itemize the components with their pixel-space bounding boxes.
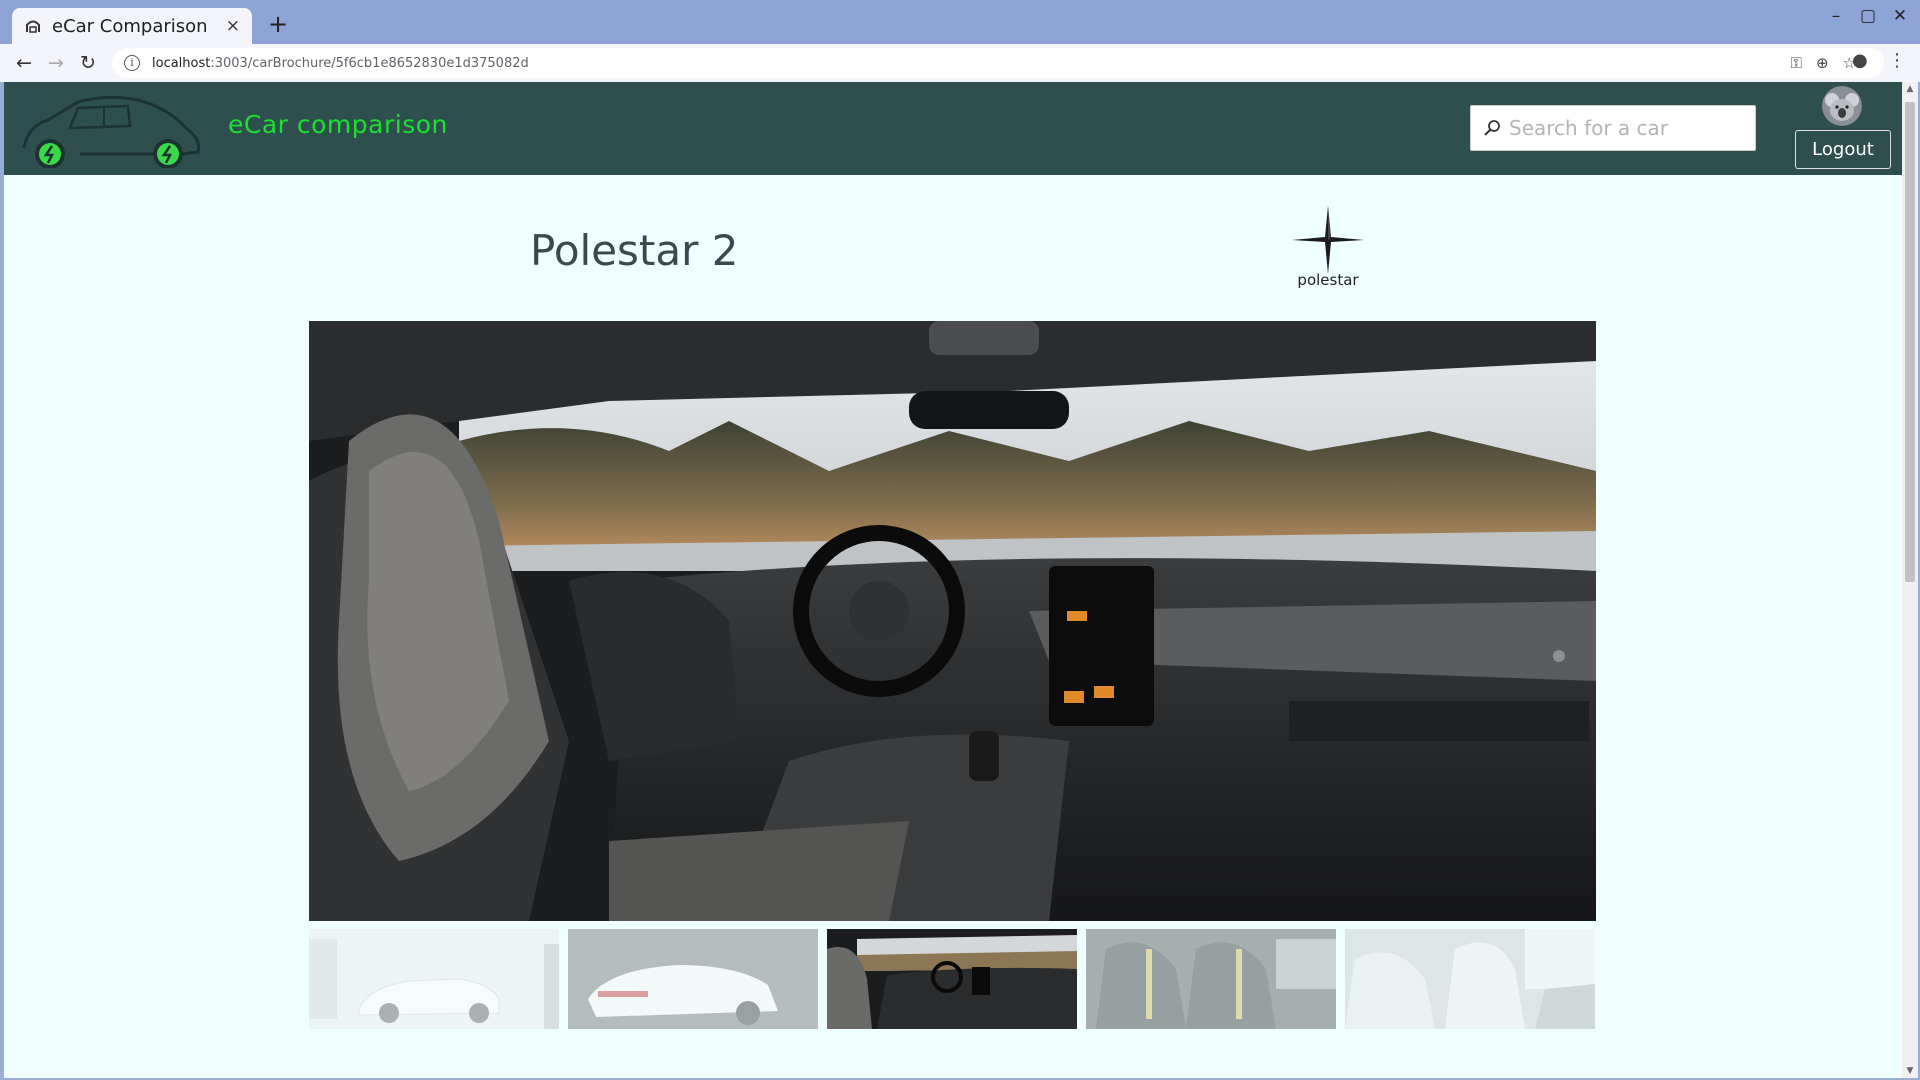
key-icon[interactable]: ⚿ [1791, 54, 1802, 72]
polestar-star-icon [1292, 206, 1364, 274]
forward-arrow-icon[interactable]: → [42, 50, 70, 76]
car-title: Polestar 2 [530, 226, 739, 275]
page-scrollbar[interactable]: ▲ ▼ [1902, 82, 1918, 1078]
thumbnail-interior-cabin[interactable] [1345, 929, 1595, 1029]
close-window-button[interactable]: ✕ [1884, 6, 1916, 26]
tab-title: eCar Comparison [52, 15, 208, 37]
browser-toolbar: ← → ↻ i localhost:3003/carBrochure/5f6cb… [0, 44, 1920, 82]
site-header: eCar comparison Logout [4, 82, 1902, 175]
profile-icon[interactable]: ● [1852, 50, 1868, 71]
scroll-up-arrow-icon[interactable]: ▲ [1902, 84, 1918, 94]
polestar-logo: polestar [1284, 204, 1372, 294]
site-brand-title[interactable]: eCar comparison [228, 110, 448, 139]
page-viewport: eCar comparison Logout Polestar 2 [4, 82, 1902, 1078]
search-icon [1484, 120, 1500, 136]
scroll-down-arrow-icon[interactable]: ▼ [1902, 1066, 1918, 1076]
photo-thumbnail-strip [309, 929, 1596, 1029]
logout-button[interactable]: Logout [1795, 130, 1891, 169]
thumbnail-interior-seats[interactable] [1086, 929, 1336, 1029]
url-text: localhost:3003/carBrochure/5f6cb1e865283… [152, 55, 529, 71]
scrollbar-thumb[interactable] [1905, 102, 1915, 582]
back-arrow-icon[interactable]: ← [10, 50, 38, 76]
browser-tab[interactable]: eCar Comparison × [12, 8, 252, 44]
thumbnail-exterior-rear[interactable] [568, 929, 818, 1029]
site-info-icon[interactable]: i [124, 55, 140, 71]
new-tab-button[interactable]: + [264, 10, 292, 38]
tab-close-icon[interactable]: × [226, 16, 240, 36]
brand-logo-text: polestar [1297, 271, 1359, 289]
zoom-icon[interactable]: ⊕ [1816, 54, 1829, 72]
maximize-button[interactable]: ▢ [1852, 6, 1884, 26]
thumbnail-interior-dashboard[interactable] [827, 929, 1077, 1029]
car-search-box[interactable] [1470, 105, 1756, 151]
user-avatar[interactable] [1822, 86, 1862, 126]
browser-tab-strip: eCar Comparison × + – ▢ ✕ [0, 0, 1920, 44]
minimize-button[interactable]: – [1820, 6, 1852, 26]
reload-icon[interactable]: ↻ [74, 50, 102, 76]
address-bar[interactable]: i localhost:3003/carBrochure/5f6cb1e8652… [112, 48, 1884, 78]
thumbnail-exterior-front[interactable] [309, 929, 559, 1029]
menu-kebab-icon[interactable]: ⋮ [1888, 50, 1906, 71]
ecar-logo-icon[interactable] [18, 90, 204, 168]
main-car-photo [309, 321, 1596, 921]
site-favicon-icon [26, 20, 40, 33]
search-input[interactable] [1507, 115, 1747, 141]
